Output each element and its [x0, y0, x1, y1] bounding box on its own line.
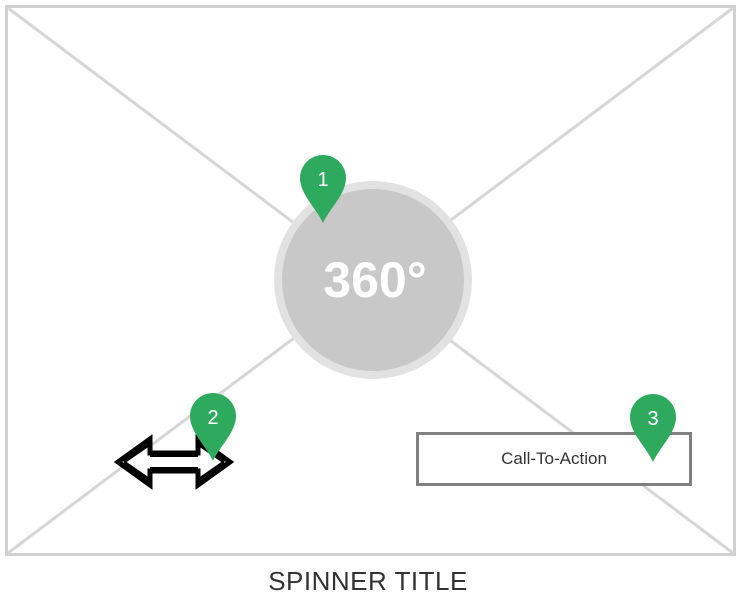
spinner-canvas: 360° 1 2 [7, 6, 734, 555]
marker-number: 2 [207, 407, 218, 429]
360-badge[interactable]: 360° [274, 181, 472, 379]
360-badge-label: 360° [323, 252, 426, 308]
call-to-action-button[interactable]: Call-To-Action [416, 432, 692, 486]
spinner-title: SPINNER TITLE [268, 566, 468, 596]
marker-number: 1 [317, 169, 328, 191]
call-to-action-label: Call-To-Action [501, 449, 607, 468]
